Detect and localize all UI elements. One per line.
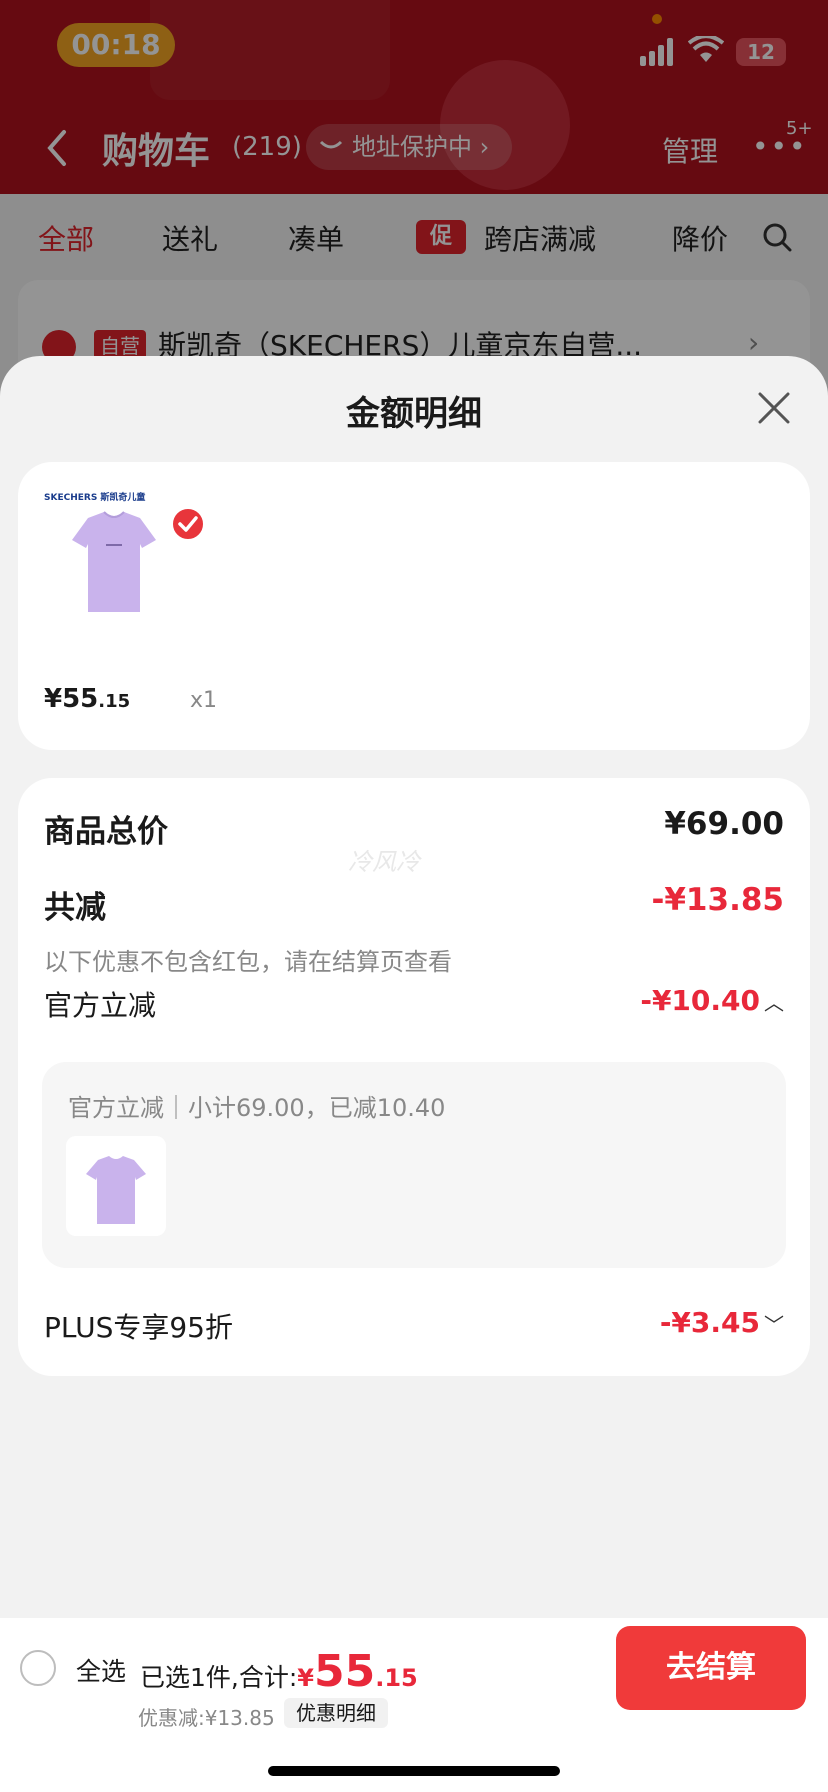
home-indicator [268, 1766, 560, 1776]
total-price-label: 商品总价 [44, 814, 168, 850]
select-all-checkbox[interactable] [20, 1650, 56, 1686]
total-price-value: ¥69.00 [664, 806, 784, 842]
product-price: ¥55.15 [44, 684, 130, 714]
total-reduce-label: 共减 [44, 890, 106, 926]
official-discount-detail: 官方立减｜小计69.00，已减10.40 [42, 1062, 786, 1268]
official-discount-value: -¥10.40 [640, 984, 760, 1017]
checkout-bar: 全选 已选1件,合计:¥55.15 优惠减:¥13.85 优惠明细 去结算 [0, 1618, 828, 1792]
check-icon [178, 516, 198, 532]
total-reduce-value: -¥13.85 [651, 882, 785, 918]
checkout-button[interactable]: 去结算 [616, 1626, 806, 1710]
discount-summary: 优惠减:¥13.85 [138, 1706, 275, 1730]
product-price-dec: .15 [98, 691, 131, 712]
product-checkbox[interactable] [170, 506, 206, 542]
product-card: SKECHERS 斯凯奇儿童 ¥55.15 x1 [18, 462, 810, 750]
plus-discount-label: PLUS专享95折 [44, 1311, 233, 1344]
total-amount-int: 55 [313, 1646, 376, 1697]
official-discount-label: 官方立减 [44, 989, 157, 1022]
amount-detail-card: 商品总价 ¥69.00 冷风冷 共减 -¥13.85 以下优惠不包含红包，请在结… [18, 778, 810, 1376]
official-discount-toggle[interactable]: -¥10.40 ︿ [640, 984, 784, 1017]
product-price-int: ¥55 [44, 684, 99, 714]
sheet-title: 金额明细 [346, 394, 482, 434]
discount-detail-button[interactable]: 优惠明细 [284, 1698, 388, 1728]
brand-logo: SKECHERS 斯凯奇儿童 [44, 493, 146, 503]
chevron-up-icon: ︿ [764, 991, 784, 1015]
plus-discount-value: -¥3.45 [659, 1306, 760, 1339]
discount-note: 以下优惠不包含红包，请在结算页查看 [44, 948, 452, 976]
total-currency: ¥ [297, 1664, 314, 1692]
total-amount-dec: .15 [375, 1664, 418, 1692]
product-quantity: x1 [190, 688, 218, 713]
watermark: 冷风冷 [348, 848, 420, 876]
selected-count-label: 已选1件,合计: [140, 1663, 298, 1692]
official-discount-subtotal: 官方立减｜小计69.00，已减10.40 [68, 1094, 446, 1122]
chevron-down-icon: ﹀ [764, 1313, 784, 1337]
amount-detail-sheet: 金额明细 SKECHERS 斯凯奇儿童 ¥55.15 x1 商品总价 ¥69.0… [0, 356, 828, 1792]
tshirt-image [44, 488, 184, 628]
tshirt-thumbnail [66, 1136, 166, 1236]
selected-summary: 已选1件,合计:¥55.15 [140, 1646, 418, 1697]
plus-discount-toggle[interactable]: -¥3.45 ﹀ [660, 1306, 784, 1339]
close-icon[interactable] [756, 390, 792, 426]
select-all-label[interactable]: 全选 [76, 1652, 126, 1688]
